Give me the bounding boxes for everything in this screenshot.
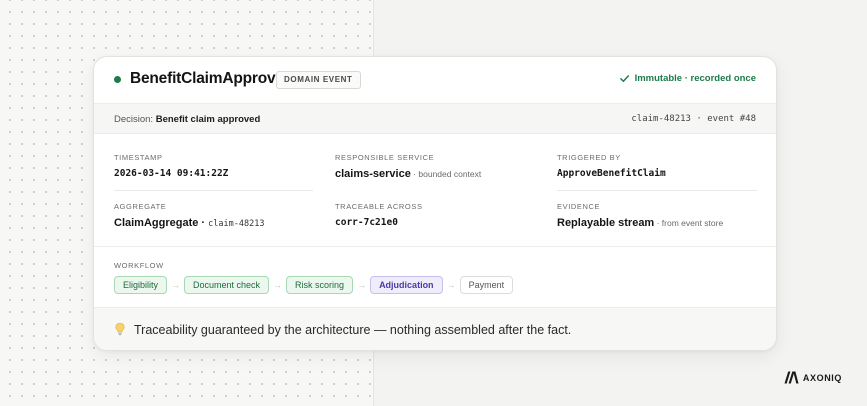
event-header: BenefitClaimApproved DOMAIN EVENT Immuta… — [94, 57, 776, 103]
row-divider — [114, 190, 313, 191]
timestamp-field: TIMESTAMP 2026-03-14 09:41:22Z — [114, 153, 228, 179]
lightbulb-icon — [115, 322, 125, 336]
triggered-by-field: TRIGGERED BY ApproveBenefitClaim — [557, 153, 666, 179]
workflow-arrow: → — [446, 280, 456, 290]
row-divider — [557, 190, 757, 191]
evidence-label: EVIDENCE — [557, 202, 601, 211]
correlation-id-value: corr-7c21e0 — [335, 217, 398, 228]
check-icon — [619, 75, 629, 82]
decision-value: Benefit claim approved — [155, 114, 261, 125]
traceable-across-label: TRACEABLE ACROSS — [335, 202, 423, 211]
traceable-across-field: TRACEABLE ACROSS corr-7c21e0 — [335, 202, 423, 228]
event-status-dot — [114, 76, 121, 83]
workflow-steps: Eligibility → Document check → Risk scoring →… — [114, 276, 514, 294]
workflow-step-adjudication[interactable]: Adjudication — [370, 276, 443, 294]
immutable-status-text: Immutable · recorded once — [634, 73, 756, 84]
workflow-arrow: → — [171, 280, 181, 290]
immutable-status: Immutable · recorded once — [619, 73, 756, 84]
brand-name: AXONIQ — [802, 372, 842, 383]
workflow-step-payment[interactable]: Payment — [459, 276, 514, 294]
aggregate-field: AGGREGATE ClaimAggregate · claim-48213 — [114, 202, 264, 229]
aggregate-id: claim-48213 — [208, 219, 265, 229]
workflow-arrow: → — [357, 280, 367, 290]
responsible-service-label: RESPONSIBLE SERVICE — [335, 153, 435, 162]
event-card: BenefitClaimApproved DOMAIN EVENT Immuta… — [93, 56, 777, 351]
responsible-service-field: RESPONSIBLE SERVICE claims-service · bou… — [335, 153, 481, 180]
workflow-step-risk-scoring[interactable]: Risk scoring — [286, 276, 354, 294]
event-name: BenefitClaimApproved — [130, 70, 294, 87]
brand-logo[interactable]: AXONIQ — [784, 371, 842, 384]
responsible-service-value: claims-service · bounded context — [335, 168, 482, 180]
footer-text: Traceability guaranteed by the architect… — [134, 323, 572, 337]
section-divider — [94, 246, 776, 247]
footer-note: Traceability guaranteed by the architect… — [94, 307, 776, 350]
domain-event-badge: DOMAIN EVENT — [276, 71, 361, 89]
workflow-step-eligibility[interactable]: Eligibility — [114, 276, 168, 294]
event-store-note: · from event store — [654, 218, 724, 228]
triggered-by-value: ApproveBenefitClaim — [557, 168, 666, 179]
triggered-by-label: TRIGGERED BY — [557, 153, 621, 162]
evidence-field: EVIDENCE Replayable stream · from event … — [557, 202, 723, 229]
decision-bar: Decision: Benefit claim approved claim-4… — [94, 103, 776, 134]
evidence-value: Replayable stream · from event store — [557, 217, 724, 229]
decision-label: Decision: Benefit claim approved — [114, 114, 261, 125]
timestamp-label: TIMESTAMP — [114, 153, 163, 162]
aggregate-label: AGGREGATE — [114, 202, 167, 211]
aggregate-value: ClaimAggregate · claim-48213 — [114, 217, 265, 229]
workflow-label: WORKFLOW — [114, 261, 164, 270]
timestamp-value: 2026-03-14 09:41:22Z — [114, 168, 229, 179]
workflow-step-document-check[interactable]: Document check — [184, 276, 270, 294]
claim-event-reference: claim-48213 · event #48 — [631, 114, 756, 124]
axoniq-logo-icon — [784, 371, 799, 384]
bounded-context-note: · bounded context — [410, 169, 482, 179]
workflow-arrow: → — [273, 280, 283, 290]
